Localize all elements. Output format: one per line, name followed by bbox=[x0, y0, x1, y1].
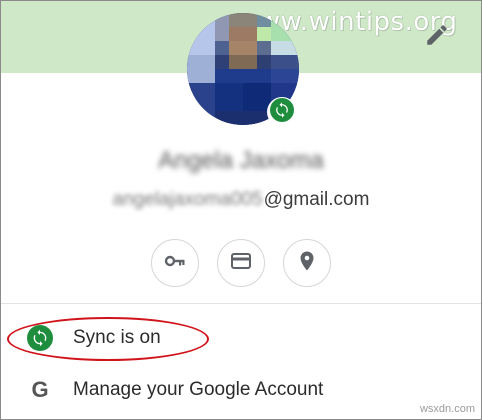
google-icon: G bbox=[25, 375, 55, 405]
menu-divider bbox=[1, 303, 481, 304]
sync-menu-item[interactable]: Sync is on bbox=[1, 313, 481, 363]
profile-email: angelajaxoma005 @gmail.com bbox=[1, 189, 481, 211]
email-domain: @gmail.com bbox=[263, 189, 370, 210]
location-pin-icon bbox=[295, 249, 319, 278]
payment-methods-button[interactable] bbox=[217, 239, 265, 287]
pencil-icon bbox=[424, 22, 450, 53]
avatar-sync-badge bbox=[267, 97, 297, 127]
google-letter: G bbox=[31, 377, 49, 402]
manage-google-account-item[interactable]: G Manage your Google Account bbox=[1, 365, 481, 415]
site-credit: wsxdn.com bbox=[419, 403, 475, 415]
passwords-button[interactable] bbox=[151, 239, 199, 287]
edit-profile-button[interactable] bbox=[419, 19, 455, 55]
manage-account-label: Manage your Google Account bbox=[73, 379, 324, 400]
quick-actions bbox=[1, 239, 481, 287]
profile-name: Angela Jaxoma bbox=[158, 147, 324, 174]
email-user: angelajaxoma005 bbox=[112, 189, 263, 210]
profile-menu-panel: www.wintips.org Angela Jaxoma angelajaxo… bbox=[0, 0, 482, 420]
sync-icon bbox=[270, 97, 294, 127]
sync-label: Sync is on bbox=[73, 327, 161, 348]
addresses-button[interactable] bbox=[283, 239, 331, 287]
sync-icon bbox=[25, 323, 55, 353]
credit-card-icon bbox=[229, 249, 253, 278]
key-icon bbox=[163, 249, 187, 278]
